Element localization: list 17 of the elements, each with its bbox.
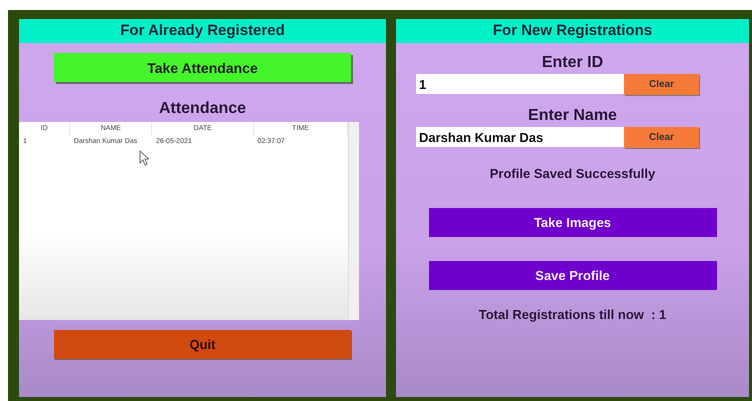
take-attendance-button[interactable]: Take Attendance <box>54 53 351 82</box>
panel-header: For New Registrations <box>396 19 749 43</box>
status-message: Profile Saved Successfully <box>490 166 656 181</box>
quit-button[interactable]: Quit <box>54 330 351 359</box>
text-field[interactable]: Darshan Kumar Das <box>416 127 624 147</box>
clear-button[interactable]: Clear <box>624 74 699 95</box>
attendance-title: Attendance <box>158 100 246 118</box>
field-label: Enter Name <box>528 107 617 125</box>
field-label: Enter ID <box>542 54 604 72</box>
text-field[interactable]: 1 <box>416 74 624 94</box>
cursor-icon <box>139 150 149 166</box>
panel-header: For Already Registered <box>19 19 386 43</box>
save-profile-button[interactable]: Save Profile <box>428 261 716 290</box>
take-images-button[interactable]: Take Images <box>428 208 716 237</box>
registration-count: Total Registrations till now : 1 <box>478 307 666 322</box>
clear-button[interactable]: Clear <box>624 127 699 148</box>
scrollbar[interactable] <box>348 122 359 320</box>
